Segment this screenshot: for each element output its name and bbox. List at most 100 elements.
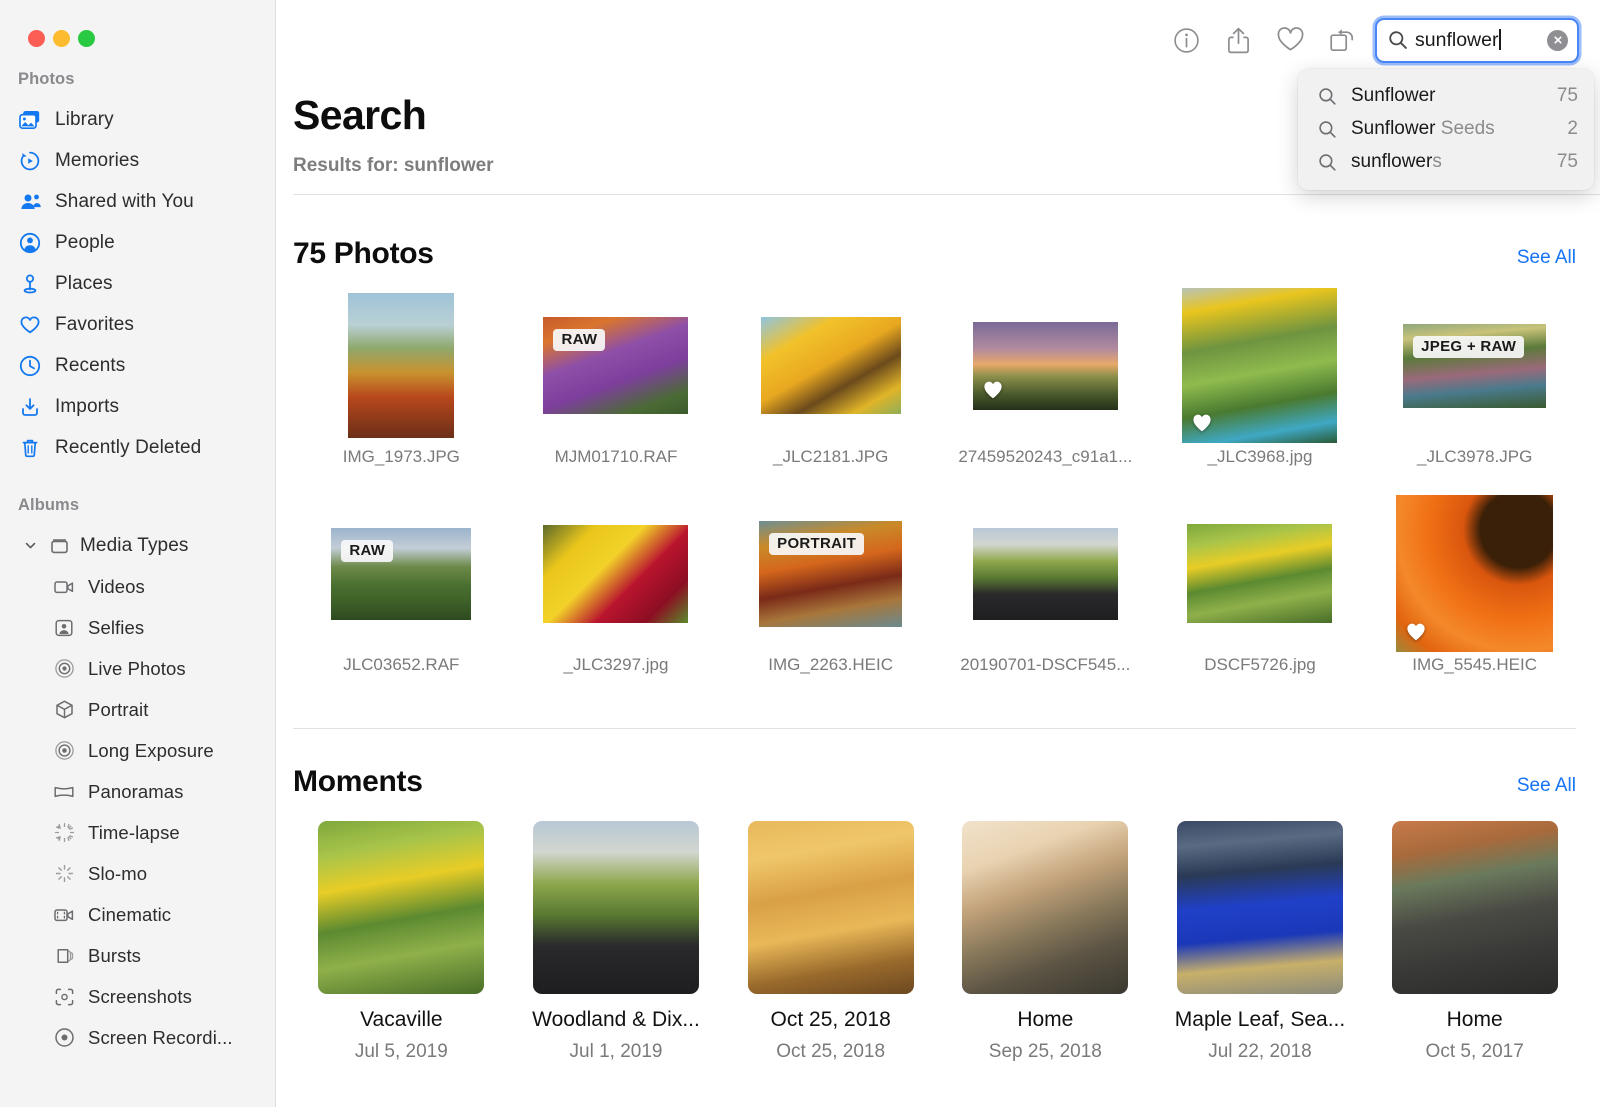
photo-item[interactable]: RAW MJM01710.RAF (509, 293, 724, 493)
sidebar-item-recently-deleted[interactable]: Recently Deleted (0, 427, 275, 468)
sidebar: Photos Library Memories Shared with You … (0, 0, 276, 1107)
sidebar-item-bursts[interactable]: Bursts (0, 935, 275, 976)
people-icon (18, 231, 42, 255)
photo-filename: _JLC3297.jpg (563, 655, 669, 674)
photo-thumbnail[interactable] (1396, 495, 1554, 652)
favorite-heart-icon (1191, 412, 1213, 434)
rotate-button[interactable] (1316, 14, 1368, 66)
clock-icon (18, 354, 42, 378)
search-field[interactable]: sunflower (1375, 17, 1579, 63)
sidebar-item-selfies[interactable]: Selfies (0, 607, 275, 648)
search-input[interactable]: sunflower (1415, 28, 1540, 52)
sidebar-item-media-types[interactable]: Media Types (0, 525, 275, 566)
photo-item[interactable]: _JLC2181.JPG (723, 293, 938, 493)
sidebar-item-live-photos[interactable]: Live Photos (0, 648, 275, 689)
photo-thumbnail[interactable] (972, 527, 1118, 620)
photo-item[interactable]: JPEG + RAW _JLC3978.JPG (1367, 293, 1582, 493)
minimize-button[interactable] (53, 30, 70, 47)
photo-item[interactable]: IMG_5545.HEIC (1367, 495, 1582, 701)
zoom-button[interactable] (78, 30, 95, 47)
photo-item[interactable]: _JLC3297.jpg (509, 501, 724, 701)
sidebar-item-label: Library (55, 108, 114, 130)
chevron-down-icon[interactable] (22, 538, 38, 554)
moment-item[interactable]: Vacaville Jul 5, 2019 (294, 821, 509, 1063)
close-button[interactable] (28, 30, 45, 47)
sidebar-item-cinematic[interactable]: Cinematic (0, 894, 275, 935)
moments-grid: Vacaville Jul 5, 2019 Woodland & Dix... Jul… (276, 821, 1600, 1063)
moment-thumbnail[interactable] (318, 821, 485, 994)
photo-item[interactable]: DSCF5726.jpg (1153, 501, 1368, 701)
cinematic-icon (52, 903, 76, 927)
sidebar-item-shared-with-you[interactable]: Shared with You (0, 181, 275, 222)
photo-filename: JLC03652.RAF (343, 655, 460, 674)
sidebar-item-label: Videos (88, 575, 145, 597)
sidebar-item-recents[interactable]: Recents (0, 345, 275, 386)
info-button[interactable] (1160, 14, 1212, 66)
moment-title: Vacaville (360, 1008, 443, 1031)
photo-item[interactable]: PORTRAIT IMG_2263.HEIC (723, 501, 938, 701)
sidebar-item-memories[interactable]: Memories (0, 140, 275, 181)
photo-thumbnail[interactable]: RAW (543, 317, 689, 414)
share-button[interactable] (1212, 14, 1264, 66)
moment-thumbnail[interactable] (962, 821, 1129, 994)
screen-recording-icon (52, 1026, 76, 1050)
suggestion-item[interactable]: sunflowers 75 (1298, 146, 1594, 179)
sidebar-item-time-lapse[interactable]: Time-lapse (0, 812, 275, 853)
search-value: sunflower (1415, 28, 1499, 51)
heart-icon (18, 313, 42, 337)
sidebar-item-slo-mo[interactable]: Slo-mo (0, 853, 275, 894)
suggestion-item[interactable]: Sunflower Seeds 2 (1298, 113, 1594, 146)
suggestion-label: Sunflower (1351, 85, 1436, 106)
photo-thumbnail[interactable] (543, 524, 689, 623)
rotate-icon (1328, 26, 1357, 54)
moment-thumbnail[interactable] (1391, 821, 1558, 994)
photo-item[interactable]: 27459520243_c91a1... (938, 293, 1153, 493)
moment-date: Jul 1, 2019 (569, 1041, 663, 1062)
sidebar-item-screenshots[interactable]: Screenshots (0, 976, 275, 1017)
sidebar-item-label: Screen Recordi... (88, 1026, 233, 1048)
photo-thumbnail[interactable] (1187, 524, 1333, 623)
photo-thumbnail[interactable]: RAW (331, 527, 472, 620)
sidebar-item-favorites[interactable]: Favorites (0, 304, 275, 345)
moment-thumbnail[interactable] (532, 821, 699, 994)
sidebar-item-portrait[interactable]: Portrait (0, 689, 275, 730)
photo-thumbnail[interactable]: PORTRAIT (759, 520, 903, 627)
sidebar-item-long-exposure[interactable]: Long Exposure (0, 730, 275, 771)
favorite-button[interactable] (1264, 14, 1316, 66)
sidebar-item-imports[interactable]: Imports (0, 386, 275, 427)
suggestion-count: 2 (1567, 118, 1578, 139)
photo-item[interactable]: _JLC3968.jpg (1153, 288, 1368, 493)
photo-thumbnail[interactable] (972, 321, 1118, 410)
sidebar-item-people[interactable]: People (0, 222, 275, 263)
photos-see-all-link[interactable]: See All (1517, 247, 1576, 269)
photo-item[interactable]: 20190701-DSCF545... (938, 501, 1153, 701)
photo-item[interactable]: RAW JLC03652.RAF (294, 501, 509, 701)
sidebar-item-label: Places (55, 272, 113, 294)
sidebar-item-library[interactable]: Library (0, 99, 275, 140)
moment-thumbnail[interactable] (1176, 821, 1343, 994)
sidebar-item-places[interactable]: Places (0, 263, 275, 304)
photo-thumbnail[interactable] (760, 317, 901, 414)
moment-item[interactable]: Home Oct 5, 2017 (1367, 821, 1582, 1063)
moment-item[interactable]: Home Sep 25, 2018 (938, 821, 1153, 1063)
photo-thumbnail[interactable] (1182, 288, 1338, 443)
photo-item[interactable]: IMG_1973.JPG (294, 293, 509, 493)
clear-search-button[interactable] (1547, 29, 1568, 51)
photo-filename: IMG_1973.JPG (342, 447, 460, 466)
suggestion-item[interactable]: Sunflower 75 (1298, 80, 1594, 113)
moment-item[interactable]: Woodland & Dix... Jul 1, 2019 (509, 821, 724, 1063)
moment-thumbnail[interactable] (747, 821, 914, 994)
moments-see-all-link[interactable]: See All (1517, 775, 1576, 797)
moment-item[interactable]: Oct 25, 2018 Oct 25, 2018 (723, 821, 938, 1063)
folder-icon (47, 534, 71, 558)
library-icon (18, 108, 42, 132)
photo-thumbnail[interactable] (348, 293, 455, 438)
moment-item[interactable]: Maple Leaf, Sea... Jul 22, 2018 (1153, 821, 1368, 1063)
sidebar-item-screen-recordings[interactable]: Screen Recordi... (0, 1017, 275, 1058)
section-divider (293, 728, 1576, 729)
sidebar-item-panoramas[interactable]: Panoramas (0, 771, 275, 812)
photo-thumbnail[interactable]: JPEG + RAW (1403, 323, 1547, 408)
suggestion-label: sunflowers (1351, 151, 1442, 172)
sidebar-item-videos[interactable]: Videos (0, 566, 275, 607)
long-exposure-icon (52, 739, 76, 763)
